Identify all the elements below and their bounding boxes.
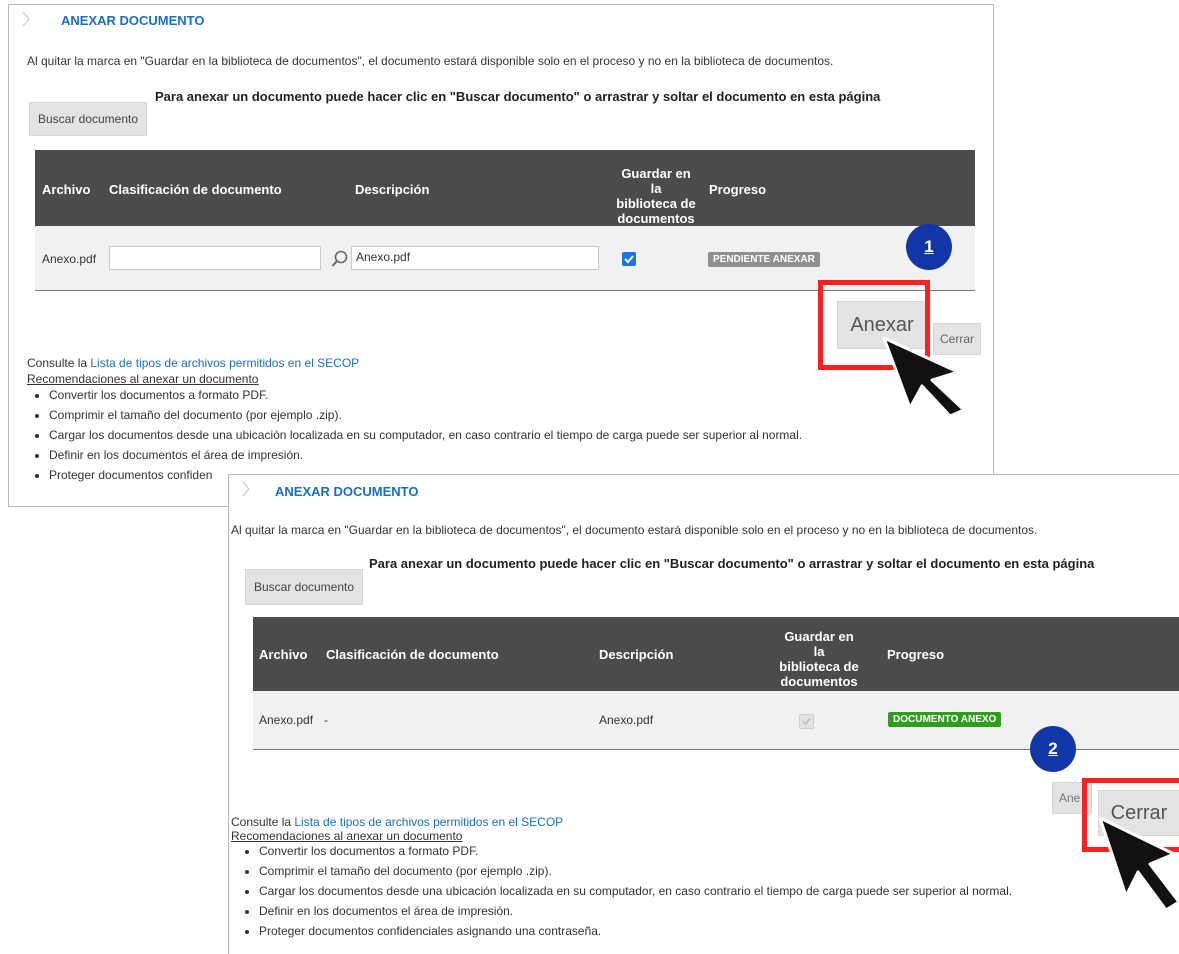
search-document-button[interactable]: Buscar documento [245,569,363,605]
column-clasificacion: Clasificación de documento [326,647,499,662]
column-archivo: Archivo [42,182,91,197]
consult-line: Consulte la Lista de tipos de archivos p… [231,815,564,829]
column-clasificacion: Clasificación de documento [109,182,282,197]
recommendations-title: Recomendaciones al anexar un documento [27,372,259,386]
table-header: Archivo Clasificación de documento Descr… [253,617,1179,691]
save-library-checkbox-disabled [799,714,814,729]
consult-line: Consulte la Lista de tipos de archivos p… [27,356,360,370]
list-item: Comprimir el tamaño del documento (por e… [259,861,1012,881]
column-descripcion: Descripción [599,647,674,662]
row-archivo: Anexo.pdf [42,252,97,266]
row-clasificacion: - [324,713,328,727]
checkmark-icon [802,717,811,726]
column-progreso: Progreso [887,647,945,662]
instruction-text: Para anexar un documento puede hacer cli… [369,556,1095,571]
notice-text: Al quitar la marca en "Guardar en la bib… [231,523,1038,537]
column-guardar: Guardar en la biblioteca de documentos [779,629,859,689]
list-item: Cargar los documentos desde una ubicació… [259,881,1012,901]
search-icon[interactable] [331,250,349,268]
chevron-right-icon [22,11,30,27]
list-item: Comprimir el tamaño del documento (por e… [49,405,802,425]
column-archivo: Archivo [259,647,308,662]
panel-title: ANEXAR DOCUMENTO [275,484,419,499]
allowed-filetypes-link[interactable]: Lista de tipos de archivos permitidos en… [90,356,359,370]
classification-input[interactable] [109,246,321,270]
row-descripcion: Anexo.pdf [599,713,654,727]
mouse-pointer-icon [1098,816,1179,912]
panel-title: ANEXAR DOCUMENTO [61,13,205,28]
column-progreso: Progreso [709,182,767,197]
list-item: Definir en los documentos el área de imp… [49,445,802,465]
list-item: Convertir los documentos a formato PDF. [49,385,802,405]
status-badge: DOCUMENTO ANEXO [888,712,1002,727]
column-guardar: Guardar en la biblioteca de documentos [616,166,696,226]
checkmark-icon [624,255,634,264]
list-item: Proteger documentos confidenciales asign… [259,921,1012,941]
notice-text: Al quitar la marca en "Guardar en la bib… [27,54,834,68]
column-descripcion: Descripción [355,182,430,197]
allowed-filetypes-link[interactable]: Lista de tipos de archivos permitidos en… [294,815,563,829]
save-library-checkbox[interactable] [622,252,636,266]
chevron-right-icon [242,481,250,497]
attach-document-panel-step2: ANEXAR DOCUMENTO Al quitar la marca en "… [228,474,1179,954]
attach-document-panel-step1: ANEXAR DOCUMENTO Al quitar la marca en "… [8,4,994,507]
instruction-text: Para anexar un documento puede hacer cli… [155,89,881,104]
step-marker-2: 2 [1030,726,1076,772]
search-document-button[interactable]: Buscar documento [29,102,147,136]
recommendations-list: Convertir los documentos a formato PDF. … [31,385,802,485]
row-archivo: Anexo.pdf [259,713,314,727]
step-marker-1: 1 [906,224,952,270]
table-header: Archivo Clasificación de documento Descr… [35,150,975,226]
list-item: Cargar los documentos desde una ubicació… [49,425,802,445]
list-item: Convertir los documentos a formato PDF. [259,841,1012,861]
mouse-pointer-icon [882,336,966,418]
status-badge: PENDIENTE ANEXAR [708,252,820,267]
description-input[interactable]: Anexo.pdf [351,246,599,270]
recommendations-list: Convertir los documentos a formato PDF. … [241,841,1012,941]
list-item: Definir en los documentos el área de imp… [259,901,1012,921]
